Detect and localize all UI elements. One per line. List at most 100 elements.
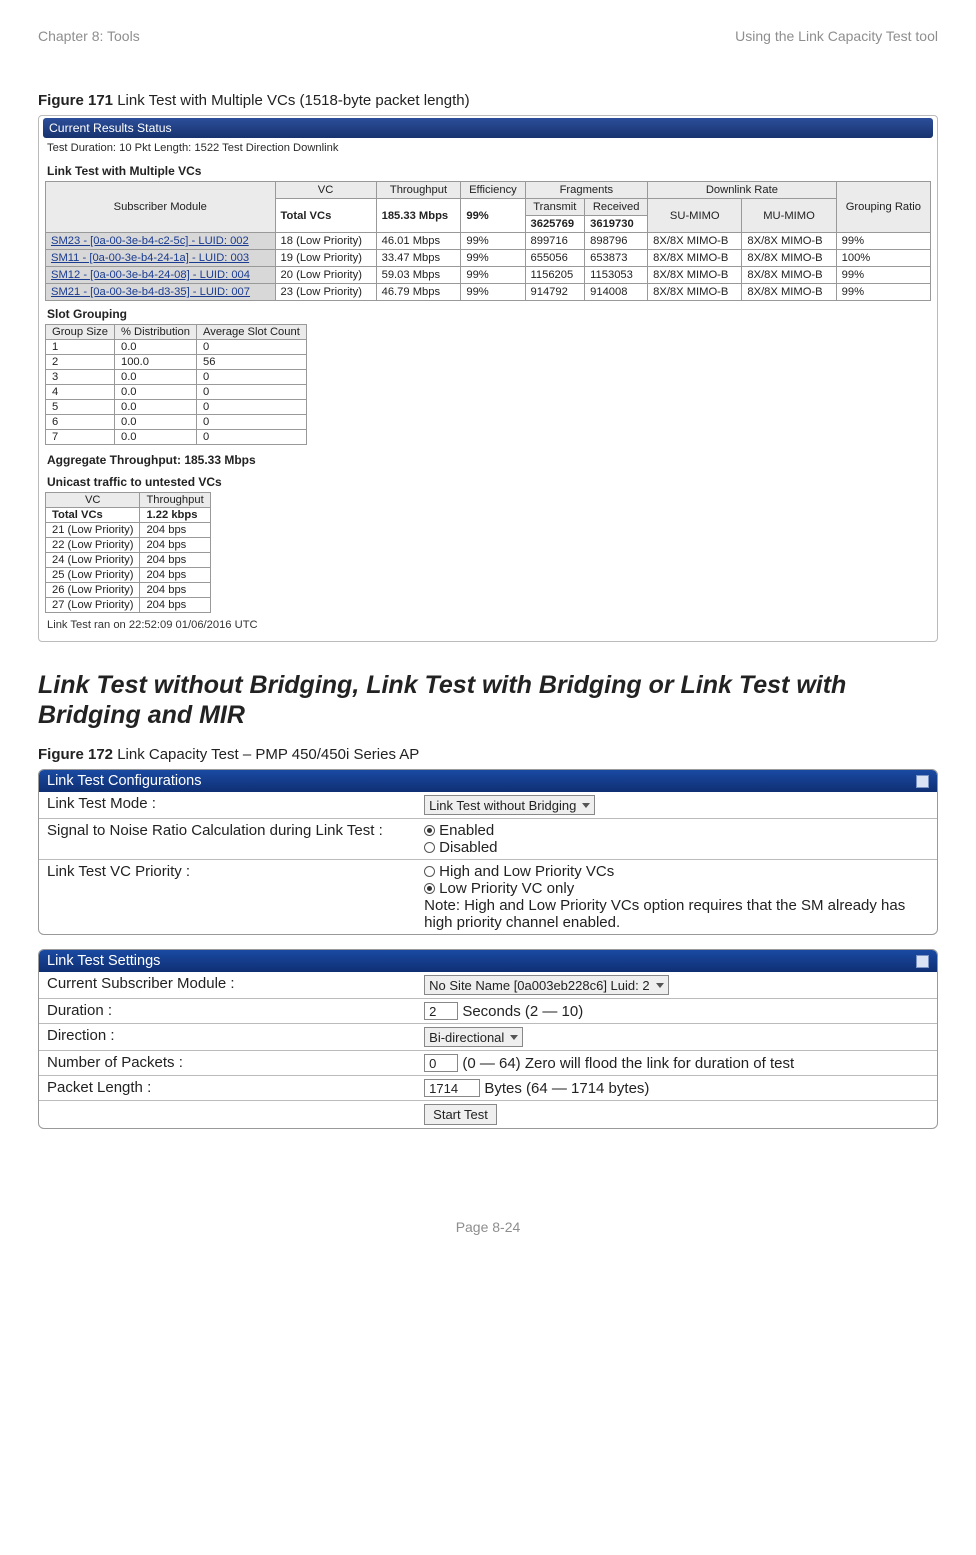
test-meta: Test Duration: 10 Pkt Length: 1522 Test …: [45, 140, 931, 158]
chapter-label: Chapter 8: Tools: [38, 28, 140, 44]
csm-label: Current Subscriber Module :: [39, 972, 416, 999]
table-row: 40.00: [46, 385, 307, 400]
collapse-icon[interactable]: [916, 775, 929, 788]
table-row: SM23 - [0a-00-3e-b4-c2-5c] - LUID: 002 1…: [46, 233, 931, 250]
table-row: 26 (Low Priority)204 bps: [46, 583, 211, 598]
packet-length-input[interactable]: 1714: [424, 1079, 480, 1097]
slot-table: Group Size % Distribution Average Slot C…: [45, 324, 307, 445]
settings-table: Current Subscriber Module : No Site Name…: [39, 972, 937, 1128]
figure-title: Link Test with Multiple VCs (1518-byte p…: [113, 92, 470, 109]
figure-172-caption: Figure 172 Link Capacity Test – PMP 450/…: [38, 746, 938, 763]
section-label: Using the Link Capacity Test tool: [735, 28, 938, 44]
aggregate-throughput: Aggregate Throughput: 185.33 Mbps: [45, 445, 931, 469]
config-table: Link Test Mode : Link Test without Bridg…: [39, 792, 937, 934]
col-sm: Subscriber Module: [46, 182, 276, 233]
linktest-heading: Link Test with Multiple VCs: [45, 158, 931, 181]
test-timestamp: Link Test ran on 22:52:09 01/06/2016 UTC: [45, 613, 931, 631]
vcp-opt2-label: Low Priority VC only: [439, 880, 574, 897]
col-thr: Throughput: [376, 182, 461, 199]
vcp-low-only-radio[interactable]: [424, 883, 435, 894]
direction-value: Bi-directional: [429, 1030, 504, 1045]
table-row: 21 (Low Priority)204 bps: [46, 523, 211, 538]
col-vc: VC: [46, 493, 140, 508]
col-frag: Fragments: [525, 182, 648, 199]
chevron-down-icon: [582, 803, 590, 808]
sm-link[interactable]: SM21 - [0a-00-3e-b4-d3-35] - LUID: 007: [46, 284, 276, 301]
collapse-icon[interactable]: [916, 955, 929, 968]
table-row: 10.00: [46, 340, 307, 355]
snr-disabled-radio[interactable]: [424, 842, 435, 853]
table-row: 25 (Low Priority)204 bps: [46, 568, 211, 583]
table-row: 50.00: [46, 400, 307, 415]
table-row: 60.00: [46, 415, 307, 430]
figure-title: Link Capacity Test – PMP 450/450i Series…: [113, 746, 419, 763]
packet-length-suffix: Bytes (64 — 1714 bytes): [484, 1080, 649, 1097]
start-test-button[interactable]: Start Test: [424, 1104, 497, 1125]
total-rx: Received3619730: [585, 199, 648, 233]
col-avg: Average Slot Count: [196, 325, 306, 340]
mode-select[interactable]: Link Test without Bridging: [424, 795, 595, 815]
packet-length-label: Packet Length :: [39, 1076, 416, 1101]
unicast-table: VC Throughput Total VCs1.22 kbps 21 (Low…: [45, 492, 211, 613]
config-title: Link Test Configurations: [47, 773, 202, 789]
col-su: SU-MIMO: [648, 199, 742, 233]
link-test-settings-panel: Link Test Settings Current Subscriber Mo…: [38, 949, 938, 1129]
num-packets-suffix: (0 — 64) Zero will flood the link for du…: [462, 1055, 794, 1072]
col-eff: Efficiency: [461, 182, 525, 199]
col-mu: MU-MIMO: [742, 199, 836, 233]
num-packets-input[interactable]: 0: [424, 1054, 458, 1072]
table-row: 2100.056: [46, 355, 307, 370]
total-eff: 99%: [461, 199, 525, 233]
chevron-down-icon: [656, 983, 664, 988]
num-packets-label: Number of Packets :: [39, 1051, 416, 1076]
sm-link[interactable]: SM23 - [0a-00-3e-b4-c2-5c] - LUID: 002: [46, 233, 276, 250]
table-row: 70.00: [46, 430, 307, 445]
chevron-down-icon: [510, 1035, 518, 1040]
table-row: SM21 - [0a-00-3e-b4-d3-35] - LUID: 007 2…: [46, 284, 931, 301]
page-header: Chapter 8: Tools Using the Link Capacity…: [38, 28, 938, 44]
mode-value: Link Test without Bridging: [429, 798, 576, 813]
vcp-opt1-label: High and Low Priority VCs: [439, 863, 614, 880]
vcp-high-low-radio[interactable]: [424, 866, 435, 877]
col-vc: VC: [275, 182, 376, 199]
page-number: Page 8-24: [38, 1219, 938, 1235]
snr-disabled-label: Disabled: [439, 839, 497, 856]
table-row: SM12 - [0a-00-3e-b4-24-08] - LUID: 004 2…: [46, 267, 931, 284]
snr-enabled-label: Enabled: [439, 822, 494, 839]
duration-label: Duration :: [39, 999, 416, 1024]
table-row: 22 (Low Priority)204 bps: [46, 538, 211, 553]
results-panel: Current Results Status Test Duration: 10…: [38, 115, 938, 642]
figure-171-caption: Figure 171 Link Test with Multiple VCs (…: [38, 92, 938, 109]
direction-select[interactable]: Bi-directional: [424, 1027, 523, 1047]
settings-title: Link Test Settings: [47, 953, 160, 969]
table-row: 30.00: [46, 370, 307, 385]
total-vcs-label: Total VCs: [275, 199, 376, 233]
col-thr: Throughput: [140, 493, 210, 508]
table-row: 27 (Low Priority)204 bps: [46, 598, 211, 613]
total-tx: Transmit3625769: [525, 199, 585, 233]
config-header: Link Test Configurations: [39, 770, 937, 792]
table-row: Total VCs1.22 kbps: [46, 508, 211, 523]
duration-suffix: Seconds (2 — 10): [462, 1003, 583, 1020]
col-dlr: Downlink Rate: [648, 182, 837, 199]
snr-enabled-radio[interactable]: [424, 825, 435, 836]
col-grp: Grouping Ratio: [836, 182, 930, 233]
slot-heading: Slot Grouping: [45, 301, 931, 324]
total-thr: 185.33 Mbps: [376, 199, 461, 233]
link-test-config-panel: Link Test Configurations Link Test Mode …: [38, 769, 938, 935]
figure-number: Figure 172: [38, 746, 113, 763]
section-heading: Link Test without Bridging, Link Test wi…: [38, 670, 938, 730]
settings-header: Link Test Settings: [39, 950, 937, 972]
table-row: 24 (Low Priority)204 bps: [46, 553, 211, 568]
csm-select[interactable]: No Site Name [0a003eb228c6] Luid: 2: [424, 975, 668, 995]
direction-label: Direction :: [39, 1024, 416, 1051]
sm-link[interactable]: SM11 - [0a-00-3e-b4-24-1a] - LUID: 003: [46, 250, 276, 267]
table-row: SM11 - [0a-00-3e-b4-24-1a] - LUID: 003 1…: [46, 250, 931, 267]
main-table: Subscriber Module VC Throughput Efficien…: [45, 181, 931, 301]
sm-link[interactable]: SM12 - [0a-00-3e-b4-24-08] - LUID: 004: [46, 267, 276, 284]
csm-value: No Site Name [0a003eb228c6] Luid: 2: [429, 978, 649, 993]
col-dist: % Distribution: [114, 325, 196, 340]
duration-input[interactable]: 2: [424, 1002, 458, 1020]
results-banner: Current Results Status: [43, 118, 933, 138]
col-group-size: Group Size: [46, 325, 115, 340]
